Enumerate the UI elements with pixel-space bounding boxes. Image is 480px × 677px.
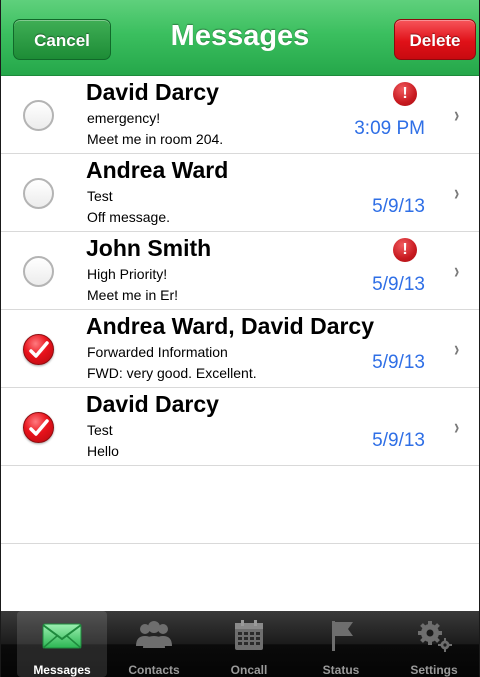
message-subject: Test	[87, 422, 113, 438]
message-row[interactable]: Andrea Ward, David Darcy Forwarded Infor…	[1, 310, 479, 388]
message-preview: Meet me in room 204.	[87, 131, 224, 147]
tab-label: Messages	[33, 663, 91, 677]
envelope-icon	[42, 623, 82, 649]
tab-settings[interactable]: Settings	[389, 611, 479, 677]
message-row[interactable]: David Darcy Test Hello 5/9/13 ›	[1, 388, 479, 466]
empty-list-row	[1, 466, 479, 544]
unselected-circle-icon[interactable]	[23, 256, 54, 287]
priority-alert-icon: !	[393, 238, 417, 262]
priority-alert-icon: !	[393, 82, 417, 106]
message-preview: Meet me in Er!	[87, 287, 179, 303]
message-date: 5/9/13	[372, 196, 425, 217]
tab-label: Contacts	[128, 663, 180, 677]
message-preview: Off message.	[87, 209, 171, 225]
chevron-right-icon: ›	[454, 414, 460, 439]
message-subject: Test	[87, 188, 113, 204]
message-date: 5/9/13	[372, 430, 425, 451]
checkmark-icon	[29, 419, 49, 436]
message-subject: High Priority!	[87, 266, 168, 282]
message-row[interactable]: John Smith High Priority! Meet me in Er!…	[1, 232, 479, 310]
message-sender: John Smith	[86, 235, 212, 261]
message-preview: FWD: very good. Excellent.	[87, 365, 257, 381]
tab-label: Settings	[410, 663, 458, 677]
tab-messages[interactable]: Messages	[17, 611, 107, 677]
navigation-bar: Cancel Messages Delete	[1, 0, 479, 76]
tab-bar: Messages Contacts Oncall Status Settings	[1, 611, 479, 677]
message-subject: Forwarded Information	[87, 344, 228, 360]
message-sender: Andrea Ward, David Darcy	[86, 313, 375, 339]
message-preview: Hello	[87, 443, 119, 459]
message-row[interactable]: Andrea Ward Test Off message. 5/9/13 ›	[1, 154, 479, 232]
chevron-right-icon: ›	[454, 180, 460, 205]
tab-label: Status	[322, 663, 360, 677]
flag-icon	[332, 621, 353, 651]
gears-icon	[418, 621, 452, 652]
tab-oncall[interactable]: Oncall	[204, 611, 294, 677]
message-sender: David Darcy	[86, 391, 219, 417]
chevron-right-icon: ›	[454, 258, 460, 283]
message-date: 5/9/13	[372, 274, 425, 295]
checkmark-selected-icon[interactable]	[23, 334, 54, 365]
message-date: 3:09 PM	[354, 118, 425, 139]
checkmark-selected-icon[interactable]	[23, 412, 54, 443]
unselected-circle-icon[interactable]	[23, 178, 54, 209]
message-list: David Darcy emergency! Meet me in room 2…	[1, 76, 479, 544]
message-sender: Andrea Ward	[86, 157, 229, 183]
chevron-right-icon: ›	[454, 102, 460, 127]
tab-status[interactable]: Status	[296, 611, 386, 677]
people-icon	[136, 621, 172, 648]
calendar-icon	[235, 620, 263, 650]
app-frame: Cancel Messages Delete David Darcy emerg…	[0, 0, 480, 677]
checkmark-icon	[29, 341, 49, 358]
delete-button[interactable]: Delete	[394, 19, 476, 60]
message-sender: David Darcy	[86, 79, 219, 105]
message-row[interactable]: David Darcy emergency! Meet me in room 2…	[1, 76, 479, 154]
tab-contacts[interactable]: Contacts	[109, 611, 199, 677]
message-subject: emergency!	[87, 110, 161, 126]
chevron-right-icon: ›	[454, 336, 460, 361]
tab-label: Oncall	[230, 663, 268, 677]
message-date: 5/9/13	[372, 352, 425, 373]
unselected-circle-icon[interactable]	[23, 100, 54, 131]
